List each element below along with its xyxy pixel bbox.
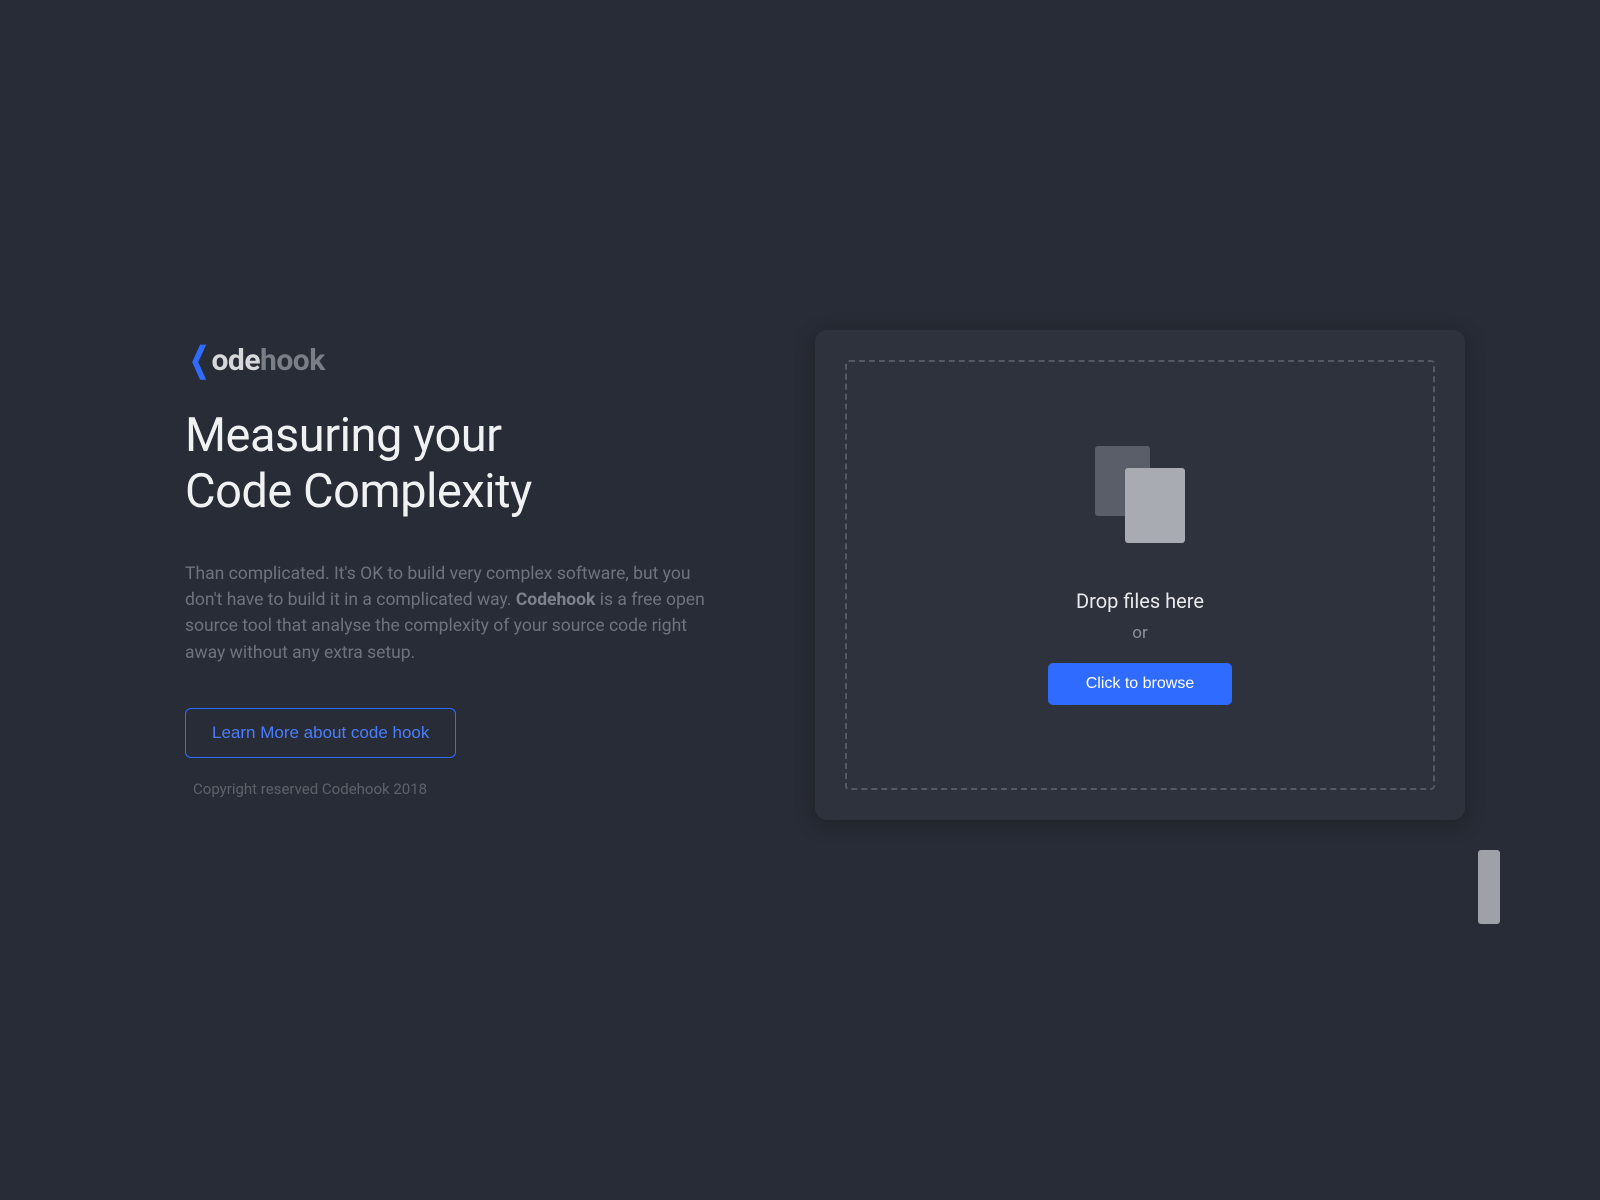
main-container: ❮ ode hook Measuring your Code Complexit… (0, 0, 1600, 820)
logo-text-part2: hook (260, 343, 325, 378)
upload-card: Drop files here or Click to browse (815, 330, 1465, 820)
headline-line1: Measuring your (185, 408, 502, 463)
learn-more-button[interactable]: Learn More about code hook (185, 708, 456, 758)
headline-line2: Code Complexity (185, 464, 532, 519)
logo-text-part1: ode (212, 343, 261, 378)
browse-button[interactable]: Click to browse (1048, 663, 1232, 705)
file-dropzone[interactable]: Drop files here or Click to browse (845, 360, 1435, 790)
page-headline: Measuring your Code Complexity (185, 408, 715, 521)
left-panel: ❮ ode hook Measuring your Code Complexit… (185, 340, 715, 820)
chevron-left-icon: ❮ (189, 340, 209, 380)
description-text: Than complicated. It's OK to build very … (185, 561, 715, 666)
file-icon-front (1125, 468, 1185, 543)
description-bold: Codehook (516, 590, 596, 610)
logo: ❮ ode hook (185, 340, 715, 380)
file-stack-icon (1095, 446, 1185, 541)
scroll-indicator[interactable] (1478, 850, 1500, 924)
or-label: or (1132, 623, 1147, 643)
copyright-text: Copyright reserved Codehook 2018 (185, 780, 715, 798)
right-panel: Drop files here or Click to browse (815, 330, 1465, 820)
drop-files-label: Drop files here (1076, 589, 1204, 613)
